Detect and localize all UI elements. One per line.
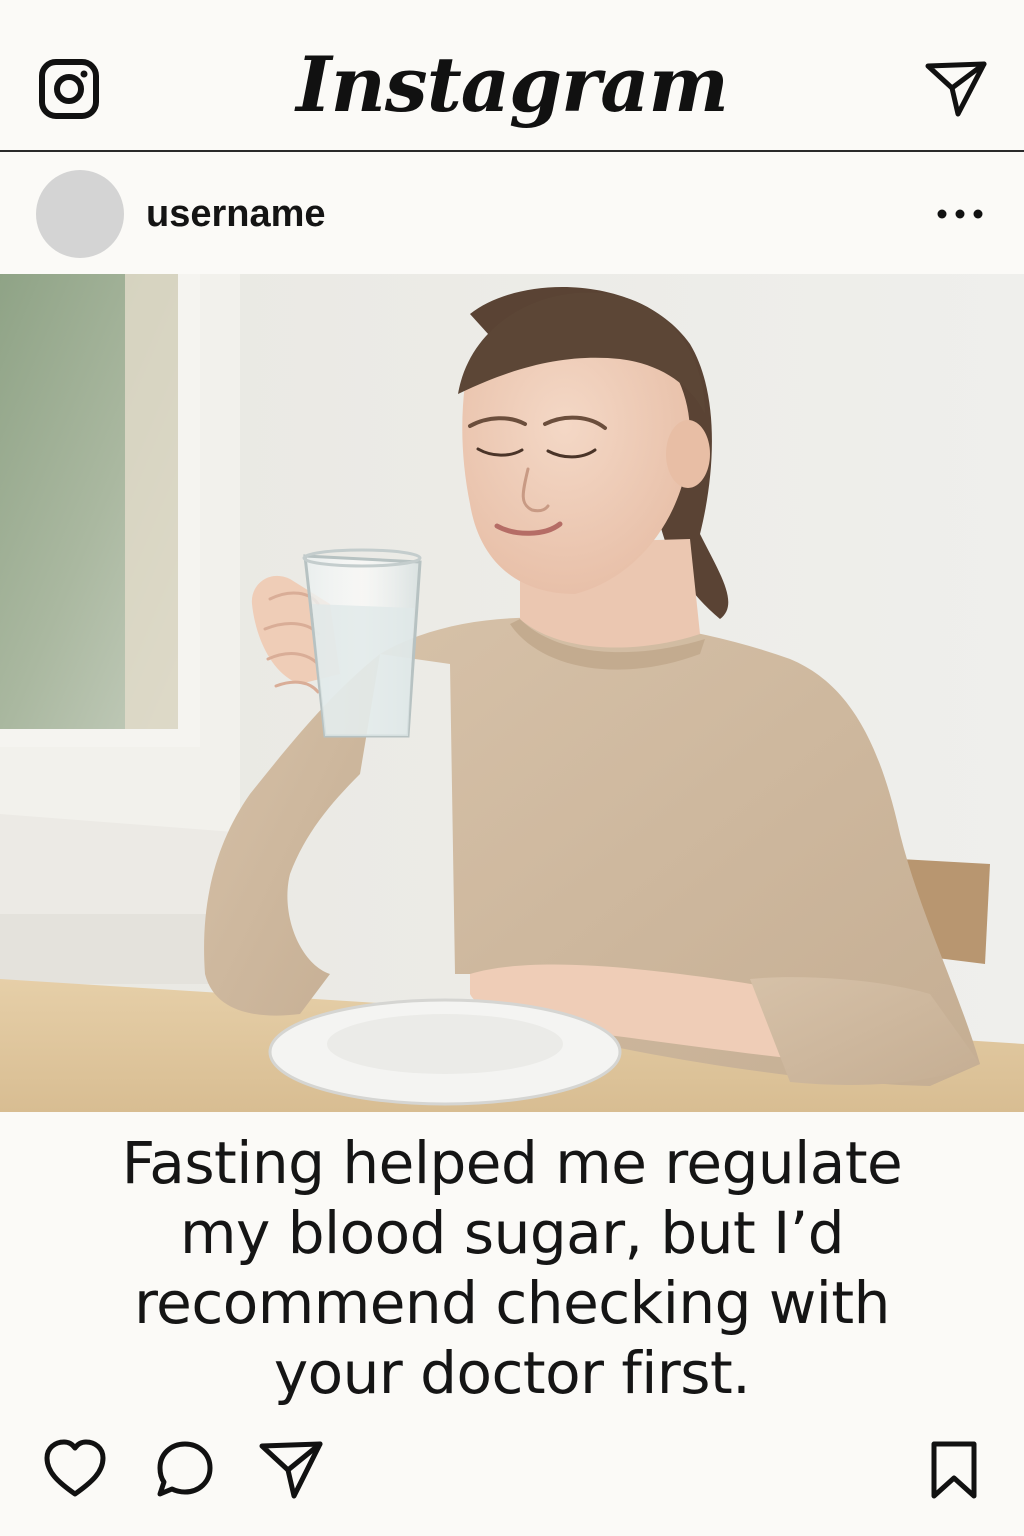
caption-line: your doctor first. bbox=[273, 1339, 751, 1407]
post-photo[interactable] bbox=[0, 274, 1024, 1112]
bookmark-icon[interactable] bbox=[922, 1438, 986, 1502]
share-icon[interactable] bbox=[258, 1438, 324, 1502]
caption-line: Fasting helped me regulate bbox=[121, 1129, 903, 1197]
top-bar: Instagram bbox=[0, 0, 1024, 152]
post-caption: Fasting helped me regulate my blood suga… bbox=[40, 1128, 984, 1408]
avatar[interactable] bbox=[36, 170, 124, 258]
post-header: username bbox=[0, 152, 1024, 274]
caption-line: my blood sugar, but I’d bbox=[179, 1199, 845, 1267]
direct-message-icon[interactable] bbox=[924, 58, 988, 118]
username-label[interactable]: username bbox=[146, 190, 326, 238]
caption-line: recommend checking with bbox=[134, 1269, 890, 1337]
comment-icon[interactable] bbox=[152, 1438, 218, 1502]
brand-title: Instagram bbox=[296, 40, 729, 129]
instagram-post-screen: Instagram username Fasting helped me reg… bbox=[0, 0, 1024, 1536]
like-icon[interactable] bbox=[42, 1438, 108, 1502]
more-options-icon[interactable] bbox=[936, 204, 984, 224]
